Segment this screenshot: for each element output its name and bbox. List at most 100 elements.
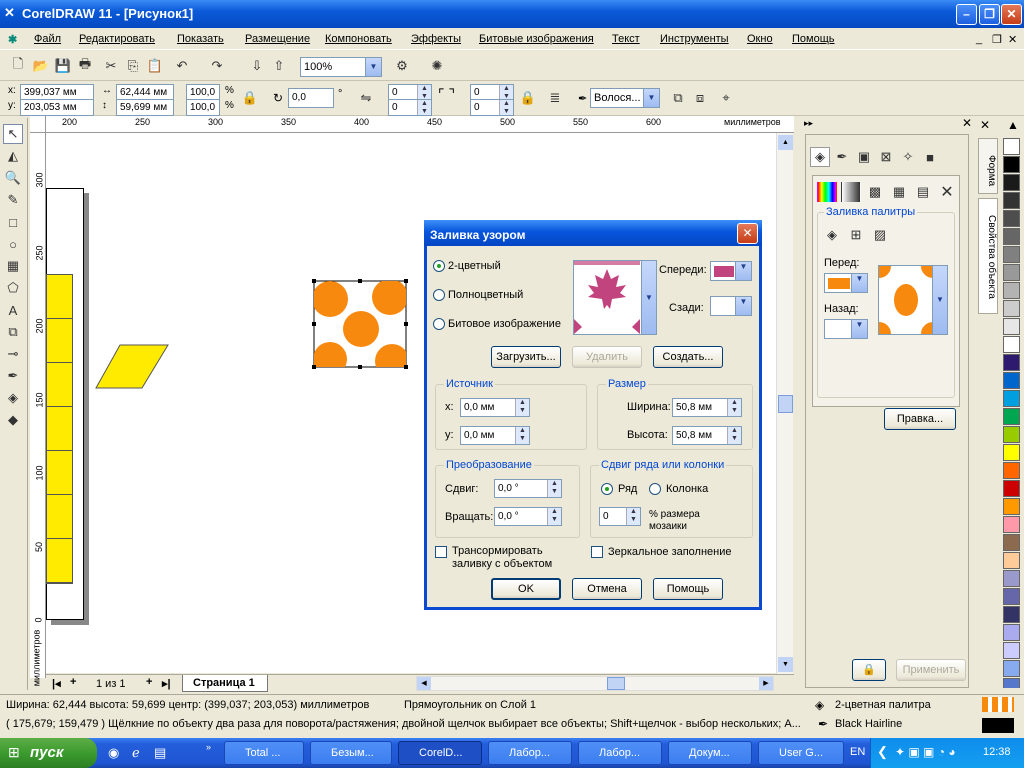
menu-text[interactable]: Текст <box>612 33 640 45</box>
language-indicator[interactable]: EN <box>850 746 865 758</box>
tray-expand-icon[interactable]: ❮ <box>877 744 888 760</box>
tray-icons[interactable]: ✦ ▣ ▣ ◔ ◕ <box>895 745 956 759</box>
interactive-blend-icon[interactable]: ⧉ <box>3 322 23 342</box>
detail-tab-icon[interactable]: ⊠ <box>876 147 896 167</box>
shape-docker-tab[interactable]: Форма <box>978 138 998 194</box>
spin-icon[interactable]: ▲ ▼ <box>417 85 431 100</box>
dialog-close-button[interactable]: ✕ <box>737 223 758 244</box>
properties-docker-tab[interactable]: Свойства объекта <box>978 198 998 314</box>
pattern-filled-rectangle[interactable] <box>312 279 408 369</box>
palette-swatch[interactable] <box>1003 516 1020 533</box>
palette-swatch[interactable] <box>1003 246 1020 263</box>
export-icon[interactable]: ⇧ <box>269 56 289 76</box>
corner-3-input[interactable]: 0 ▲ ▼ <box>388 99 432 116</box>
page-tab[interactable]: Страница 1 <box>182 675 268 692</box>
last-page-icon[interactable]: ▸| <box>162 677 171 690</box>
rectangle-tool-icon[interactable]: □ <box>3 212 23 232</box>
spin-icon[interactable]: ▲ ▼ <box>417 100 431 115</box>
add-page-icon[interactable]: + <box>70 676 76 688</box>
zoom-select[interactable]: 100% ▼ <box>300 57 382 77</box>
ok-button[interactable]: OK <box>491 578 561 600</box>
copy-icon[interactable]: ⎘ <box>123 56 143 76</box>
palette-swatch[interactable] <box>1003 552 1020 569</box>
spin-icon[interactable]: ▲ ▼ <box>547 480 561 497</box>
palette-swatch[interactable] <box>1003 174 1020 191</box>
horizontal-scrollbar[interactable]: ◀ ▶ <box>416 676 774 691</box>
h-scroll-thumb[interactable] <box>607 677 625 690</box>
palette-swatch[interactable] <box>1003 408 1020 425</box>
task-paint[interactable]: Безым... <box>310 741 392 765</box>
menu-help[interactable]: Помощь <box>792 33 835 45</box>
radio-fullcolor[interactable] <box>433 289 445 301</box>
freehand-tool-icon[interactable]: ✎ <box>3 190 23 210</box>
palette-swatch[interactable] <box>1003 588 1020 605</box>
palette-swatch[interactable] <box>1003 354 1020 371</box>
size-width-input[interactable]: 50,8 мм ▲ ▼ <box>672 398 742 417</box>
task-lab-1[interactable]: Лабор... <box>488 741 572 765</box>
spin-icon[interactable]: ▲ ▼ <box>499 100 513 115</box>
add-page-after-icon[interactable]: + <box>146 676 152 688</box>
palette-swatch[interactable] <box>1003 444 1020 461</box>
scroll-left-icon[interactable]: ◀ <box>417 677 431 690</box>
spin-icon[interactable]: ▲ ▼ <box>626 508 640 525</box>
zoom-tool-icon[interactable]: 🔍 <box>3 168 23 188</box>
texture-fill-icon[interactable]: ▦ <box>889 182 909 202</box>
convert-to-curves-icon[interactable]: ⌖ <box>716 88 736 108</box>
rectangle-tab-icon[interactable]: ■ <box>920 147 940 167</box>
palette-swatch[interactable] <box>1003 498 1020 515</box>
source-y-input[interactable]: 0,0 мм ▲ ▼ <box>460 426 530 445</box>
menu-view[interactable]: Показать <box>177 33 224 45</box>
palette-swatch[interactable] <box>1003 624 1020 641</box>
height-input[interactable]: 59,699 мм <box>116 99 174 116</box>
task-user-guide[interactable]: User G... <box>758 741 844 765</box>
fountain-fill-icon[interactable] <box>841 182 861 202</box>
create-button[interactable]: Создать... <box>653 346 723 368</box>
docker-close-icon[interactable]: ✕ <box>962 116 972 130</box>
shape-tool-icon[interactable]: ◭ <box>3 146 23 166</box>
close-button[interactable]: ✕ <box>1001 4 1022 25</box>
undo-icon[interactable]: ↶ <box>172 56 192 76</box>
menu-file[interactable]: Файл <box>34 33 61 45</box>
docker-tab-close-icon[interactable]: ✕ <box>980 118 990 132</box>
palette-swatch[interactable] <box>1003 570 1020 587</box>
docker-back-color-picker[interactable]: ▼ <box>824 319 868 339</box>
open-icon[interactable]: 📂 <box>31 56 51 76</box>
spin-icon[interactable]: ▲ ▼ <box>499 85 513 100</box>
lock-apply-button[interactable]: 🔒 <box>852 659 886 681</box>
palette-swatch[interactable] <box>1003 156 1020 173</box>
mirror-fill-checkbox[interactable] <box>591 546 603 558</box>
to-front-icon[interactable]: ⧉ <box>668 88 688 108</box>
quicklaunch-more-icon[interactable]: » <box>206 742 211 752</box>
eyedropper-icon[interactable]: ⊸ <box>3 344 23 364</box>
outline-tool-icon[interactable]: ✒ <box>3 366 23 386</box>
palette-swatch[interactable] <box>1003 480 1020 497</box>
minimize-button[interactable]: – <box>956 4 977 25</box>
docker-front-color-picker[interactable]: ▼ <box>824 273 868 293</box>
palette-swatch[interactable] <box>1003 210 1020 227</box>
scroll-thumb[interactable] <box>778 395 793 413</box>
help-button[interactable]: Помощь <box>653 578 723 600</box>
front-color-picker[interactable]: ▼ <box>710 261 752 281</box>
angle-input[interactable]: 0,0 <box>288 88 334 108</box>
ruler-origin[interactable] <box>30 116 46 133</box>
basic-shapes-icon[interactable]: ⬠ <box>3 278 23 298</box>
palette-swatch[interactable] <box>1003 138 1020 155</box>
doc-minimize-button[interactable]: _ <box>976 33 982 45</box>
task-coreldraw[interactable]: CorelD... <box>398 741 482 765</box>
y-position-input[interactable]: 203,053 мм <box>20 99 94 116</box>
outline-tab-icon[interactable]: ✒ <box>832 147 852 167</box>
mirror-icon[interactable]: ⇋ <box>356 88 376 108</box>
task-total[interactable]: Total ... <box>224 741 304 765</box>
bitmap-pattern-icon[interactable]: ▨ <box>870 225 890 245</box>
apply-button[interactable]: Применить <box>896 659 966 681</box>
internet-tab-icon[interactable]: ✧ <box>898 147 918 167</box>
scale-y-input[interactable]: 100,0 <box>186 99 220 116</box>
task-documents[interactable]: Докум... <box>668 741 752 765</box>
corel-menu-icon[interactable]: ✱ <box>8 33 17 46</box>
palette-swatch[interactable] <box>1003 462 1020 479</box>
horizontal-ruler[interactable]: 200 250 300 350 400 450 500 550 600 милл… <box>46 116 794 133</box>
palette-swatch[interactable] <box>1003 282 1020 299</box>
palette-swatch[interactable] <box>1003 300 1020 317</box>
palette-swatch[interactable] <box>1003 678 1020 688</box>
menu-arrange[interactable]: Компоновать <box>325 33 392 45</box>
